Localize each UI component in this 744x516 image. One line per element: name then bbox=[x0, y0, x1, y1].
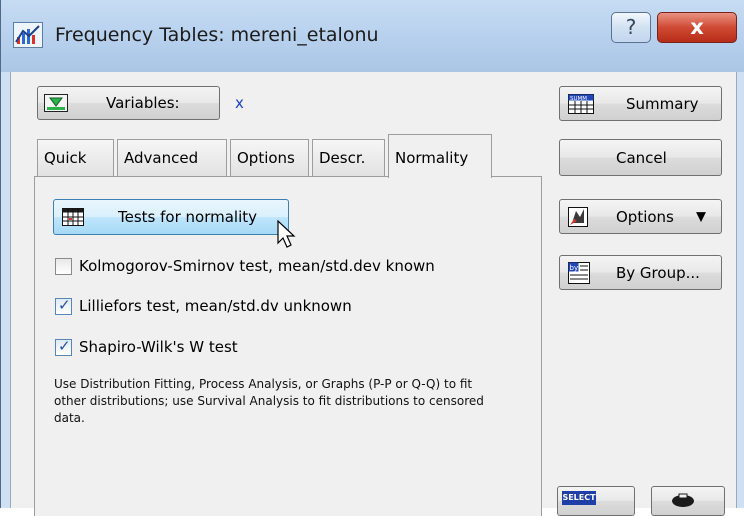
close-button[interactable]: x bbox=[657, 12, 737, 43]
tab-normality[interactable]: Normality bbox=[388, 134, 492, 178]
shapiro-wilk-checkbox[interactable]: ✓ bbox=[55, 337, 72, 356]
tab-advanced[interactable]: Advanced bbox=[117, 139, 227, 176]
summary-button-label: Summary bbox=[626, 94, 699, 113]
lilliefors-checkbox[interactable]: ✓ bbox=[55, 296, 72, 315]
shapiro-wilk-label: Shapiro-Wilk's W test bbox=[79, 338, 238, 356]
summ-table-icon: SUMM bbox=[568, 94, 594, 114]
options-button-label: Options bbox=[616, 207, 674, 226]
tab-options[interactable]: Options bbox=[230, 139, 309, 176]
tab-quick[interactable]: Quick bbox=[37, 139, 114, 176]
variables-button[interactable]: Variables: bbox=[37, 86, 220, 120]
summary-button[interactable]: SUMM Summary bbox=[559, 86, 722, 121]
help-button[interactable]: ? bbox=[611, 12, 651, 43]
options-dropdown-arrow-icon: ▼ bbox=[696, 209, 706, 224]
window-title: Frequency Tables: mereni_etalonu bbox=[55, 24, 379, 46]
select-cases-button[interactable]: SELECT bbox=[557, 486, 635, 516]
select-icon: SELECT bbox=[562, 491, 596, 505]
summ-icon-text: SUMM bbox=[570, 96, 587, 102]
tab-descr[interactable]: Descr. bbox=[312, 139, 385, 176]
options-button[interactable]: Options ▼ bbox=[559, 199, 722, 234]
tests-for-normality-label: Tests for normality bbox=[118, 208, 257, 226]
tests-for-normality-button[interactable]: Tests for normality bbox=[53, 199, 289, 235]
kolmogorov-smirnov-checkbox[interactable] bbox=[55, 258, 72, 275]
lilliefors-label: Lilliefors test, mean/std.dv unknown bbox=[79, 297, 352, 315]
weight-icon bbox=[670, 493, 696, 509]
title-bar[interactable]: Frequency Tables: mereni_etalonu ? x bbox=[1, 0, 744, 72]
by-group-button[interactable]: by By Group... bbox=[559, 255, 722, 290]
variables-button-label: Variables: bbox=[106, 94, 180, 112]
checkmark-icon: ✓ bbox=[58, 337, 71, 355]
checkmark-icon: ✓ bbox=[58, 296, 71, 314]
table-grid-icon bbox=[62, 208, 84, 226]
cancel-button[interactable]: Cancel bbox=[559, 139, 722, 176]
dialog-window: Frequency Tables: mereni_etalonu ? x Var… bbox=[0, 0, 744, 516]
by-group-icon: by bbox=[568, 262, 590, 284]
mouse-cursor-icon bbox=[277, 219, 299, 250]
cancel-button-label: Cancel bbox=[616, 148, 667, 167]
green-arrow-icon bbox=[44, 94, 68, 112]
normality-help-note: Use Distribution Fitting, Process Analys… bbox=[54, 377, 484, 425]
by-group-button-label: By Group... bbox=[616, 263, 700, 282]
variables-value: x bbox=[235, 94, 244, 112]
by-icon-text: by bbox=[570, 264, 579, 272]
options-icon bbox=[568, 207, 588, 227]
kolmogorov-smirnov-label: Kolmogorov-Smirnov test, mean/std.dev kn… bbox=[79, 257, 435, 275]
chart-app-icon bbox=[13, 22, 43, 48]
weights-button[interactable] bbox=[651, 486, 725, 516]
